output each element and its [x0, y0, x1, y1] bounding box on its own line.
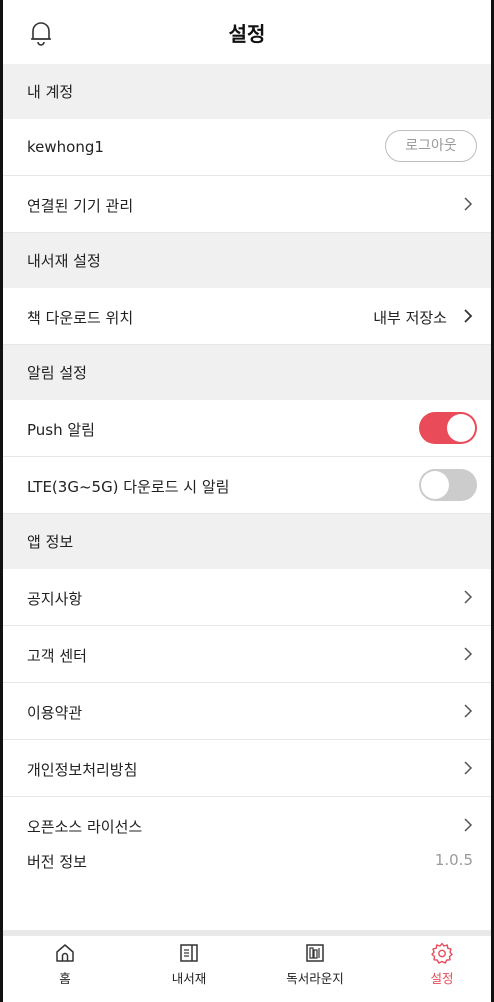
tab-settings-label: 설정: [430, 971, 454, 986]
privacy-label: 개인정보처리방침: [27, 761, 138, 779]
toggle-knob: [421, 471, 449, 499]
account-row: kewhong1 로그아웃: [3, 119, 491, 176]
privacy-row[interactable]: 개인정보처리방침: [3, 740, 491, 797]
chevron-right-icon: [464, 590, 473, 604]
username: kewhong1: [27, 138, 104, 156]
notice-label: 공지사항: [27, 590, 83, 608]
download-location-value: 내부 저장소: [373, 309, 447, 327]
lte-row: LTE(3G~5G) 다운로드 시 알림: [3, 457, 491, 514]
download-location-row[interactable]: 책 다운로드 위치 내부 저장소: [3, 288, 491, 345]
support-row[interactable]: 고객 센터: [3, 626, 491, 683]
logout-button[interactable]: 로그아웃: [385, 130, 477, 162]
bottom-tab-bar: 홈 내서재 독서라운지 설정: [3, 930, 491, 1002]
chevron-right-icon: [464, 197, 473, 211]
chevron-right-icon: [464, 761, 473, 775]
page-title: 설정: [228, 22, 266, 46]
terms-row[interactable]: 이용약관: [3, 683, 491, 740]
version-label: 버전 정보: [27, 853, 87, 871]
devices-label: 연결된 기기 관리: [27, 197, 134, 215]
chevron-right-icon: [464, 704, 473, 718]
section-library: 내서재 설정: [3, 233, 491, 288]
chevron-right-icon: [464, 647, 473, 661]
push-toggle[interactable]: [419, 412, 477, 444]
tab-library-label: 내서재: [171, 971, 207, 986]
chevron-right-icon: [464, 818, 473, 832]
section-notification: 알림 설정: [3, 345, 491, 400]
devices-row[interactable]: 연결된 기기 관리: [3, 176, 491, 233]
gear-icon: [431, 942, 453, 964]
download-location-label: 책 다운로드 위치: [27, 309, 134, 327]
tab-settings[interactable]: 설정: [402, 942, 482, 987]
tab-lounge[interactable]: 독서라운지: [275, 942, 355, 987]
push-row: Push 알림: [3, 400, 491, 457]
section-library-label: 내서재 설정: [27, 252, 101, 270]
terms-label: 이용약관: [27, 704, 83, 722]
section-app-info-label: 앱 정보: [27, 533, 74, 551]
lte-toggle[interactable]: [419, 469, 477, 501]
tab-lounge-label: 독서라운지: [286, 971, 344, 986]
opensource-label: 오픈소스 라이선스: [27, 818, 143, 836]
section-app-info: 앱 정보: [3, 514, 491, 569]
version-row: 버전 정보 1.0.5: [3, 845, 491, 895]
support-label: 고객 센터: [27, 647, 87, 665]
home-icon: [56, 944, 74, 962]
lte-label: LTE(3G~5G) 다운로드 시 알림: [27, 478, 230, 496]
notice-row[interactable]: 공지사항: [3, 569, 491, 626]
chevron-right-icon: [464, 309, 473, 323]
tab-home[interactable]: 홈: [25, 942, 105, 987]
top-bar: 설정: [3, 0, 491, 64]
tab-home-label: 홈: [59, 971, 71, 986]
toggle-knob: [447, 414, 475, 442]
section-account: 내 계정: [3, 64, 491, 119]
bookshelf-icon: [306, 944, 324, 962]
section-account-label: 내 계정: [27, 83, 74, 101]
push-label: Push 알림: [27, 421, 95, 439]
book-icon: [180, 944, 198, 962]
version-value: 1.0.5: [434, 851, 473, 869]
tab-library[interactable]: 내서재: [149, 942, 229, 987]
section-notification-label: 알림 설정: [27, 364, 87, 382]
